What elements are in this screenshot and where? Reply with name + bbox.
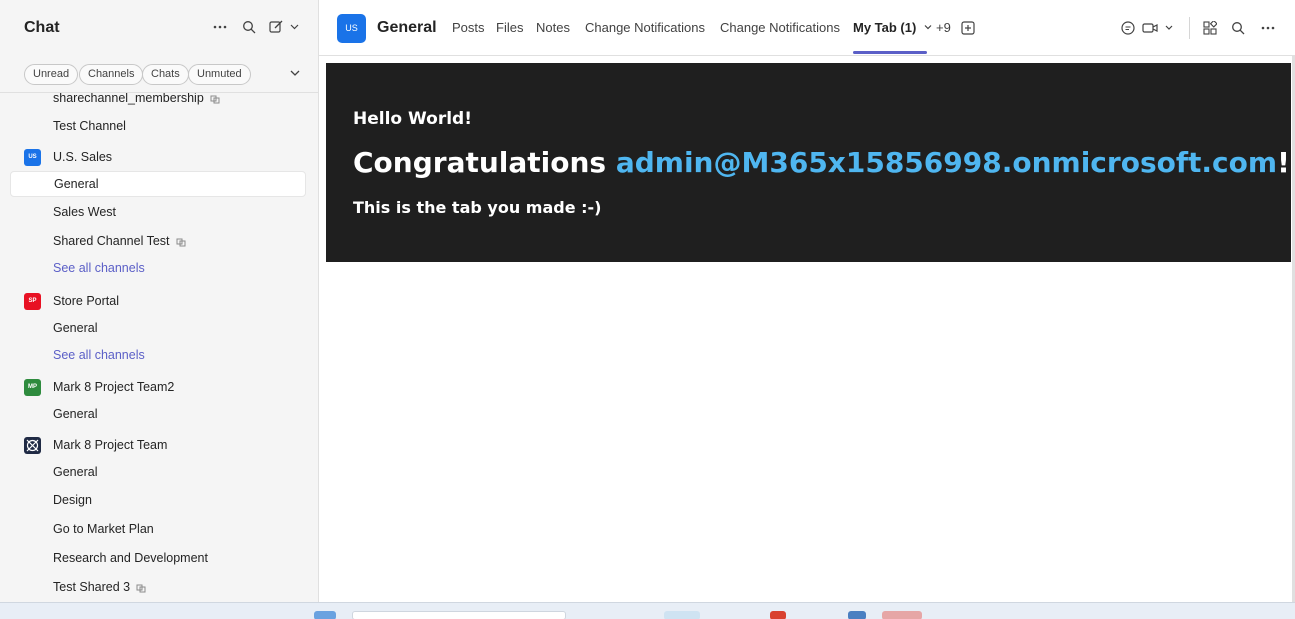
filter-unread[interactable]: Unread	[24, 64, 79, 85]
team-avatar: SP	[24, 293, 41, 310]
channel-header: US General Posts Files Notes Change Noti…	[319, 0, 1295, 56]
channel-item-sales-west[interactable]: Sales West	[10, 199, 306, 225]
team-label: U.S. Sales	[53, 150, 113, 164]
tab-label: My Tab (1)	[853, 20, 917, 35]
chevron-down-icon	[924, 25, 932, 30]
channel-item-general[interactable]: General	[10, 401, 306, 427]
start-icon[interactable]	[314, 611, 336, 619]
taskbar-app-icon[interactable]	[770, 611, 786, 619]
tab-notes[interactable]: Notes	[536, 20, 570, 35]
tab-change-notifications-2[interactable]: Change Notifications	[720, 20, 840, 35]
channel-label: General	[54, 177, 99, 191]
active-tab-indicator	[853, 51, 927, 54]
channel-label: Sales West	[53, 205, 116, 219]
team-item-us-sales[interactable]: US U.S. Sales	[10, 144, 306, 170]
tab-posts[interactable]: Posts	[452, 20, 485, 35]
channel-label: Shared Channel Test	[53, 234, 170, 248]
teams-window: Chat Unread Channels Chats Unmuted share…	[0, 0, 1295, 602]
add-tab-icon[interactable]	[957, 17, 979, 39]
channel-title: General	[377, 19, 437, 36]
channel-label: General	[53, 321, 98, 335]
channel-item-general[interactable]: General	[10, 459, 306, 485]
team-item-store-portal[interactable]: SP Store Portal	[10, 288, 306, 314]
shared-channel-icon	[136, 584, 146, 593]
chat-icon[interactable]	[1117, 17, 1139, 39]
see-all-channels-link[interactable]: See all channels	[10, 342, 306, 368]
more-options-icon[interactable]	[209, 16, 231, 38]
channel-label: General	[53, 465, 98, 479]
tab-change-notifications[interactable]: Change Notifications	[585, 20, 705, 35]
left-pane: Chat Unread Channels Chats Unmuted share…	[0, 0, 319, 602]
channel-item-test-channel[interactable]: Test Channel	[10, 113, 306, 139]
team-item-mark8-project-team[interactable]: Mark 8 Project Team	[10, 432, 306, 458]
channel-label: Design	[53, 493, 92, 507]
tab-files[interactable]: Files	[496, 20, 523, 35]
team-label: Mark 8 Project Team	[53, 438, 168, 452]
toolbar-divider	[1189, 17, 1190, 39]
taskbar-app-icon[interactable]	[848, 611, 866, 619]
channel-item-general-selected[interactable]: General	[10, 171, 306, 197]
chevron-down-icon[interactable]	[288, 66, 304, 82]
search-icon[interactable]	[238, 16, 260, 38]
taskbar-app-icon[interactable]	[882, 611, 922, 619]
team-item-mark8-project-team2[interactable]: MP Mark 8 Project Team2	[10, 374, 306, 400]
channel-item-design[interactable]: Design	[10, 487, 306, 513]
channel-item-go-to-market-plan[interactable]: Go to Market Plan	[10, 516, 306, 542]
more-tabs-button[interactable]: +9	[936, 20, 951, 35]
channel-label: sharechannel_membership	[53, 93, 204, 105]
channel-label: Test Channel	[53, 119, 126, 133]
channel-label: General	[53, 407, 98, 421]
user-email: admin@M365x15856998.onmicrosoft.com	[615, 146, 1278, 179]
hello-heading: Hello World!	[353, 109, 472, 129]
team-avatar: US	[337, 14, 366, 43]
channel-item-general[interactable]: General	[10, 315, 306, 341]
channel-label: Research and Development	[53, 551, 208, 565]
taskbar-app-icon[interactable]	[664, 611, 700, 619]
tab-content: Hello World! Congratulations admin@M365x…	[319, 56, 1295, 602]
congrats-prefix: Congratulations	[353, 146, 616, 179]
channel-label: Test Shared 3	[53, 580, 131, 594]
search-icon[interactable]	[1227, 17, 1249, 39]
team-channel-list: sharechannel_membership Test Channel US …	[0, 93, 318, 602]
tab-made-text: This is the tab you made :-)	[353, 198, 602, 217]
filter-channels[interactable]: Channels	[79, 64, 144, 85]
pane-title: Chat	[24, 19, 60, 36]
channel-item-research-and-development[interactable]: Research and Development	[10, 545, 306, 571]
taskbar-search[interactable]	[352, 611, 566, 619]
team-label: Store Portal	[53, 294, 120, 308]
channel-item-test-shared-3[interactable]: Test Shared 3	[10, 574, 306, 600]
team-logo-icon	[24, 437, 41, 454]
apps-icon[interactable]	[1199, 17, 1221, 39]
filter-unmuted[interactable]: Unmuted	[188, 64, 251, 85]
new-chat-compose-icon[interactable]	[266, 16, 304, 38]
meet-video-icon[interactable]	[1141, 17, 1177, 39]
congrats-heading: Congratulations admin@M365x15856998.onmi…	[353, 146, 1290, 179]
congrats-suffix: !	[1277, 146, 1290, 179]
team-label: Mark 8 Project Team2	[53, 380, 175, 394]
channel-item-shared-channel-test[interactable]: Shared Channel Test	[10, 228, 306, 254]
shared-channel-icon	[176, 238, 186, 247]
more-options-icon[interactable]	[1257, 17, 1279, 39]
link-label: See all channels	[53, 261, 145, 275]
hello-world-panel: Hello World! Congratulations admin@M365x…	[326, 63, 1291, 262]
team-avatar: US	[24, 149, 41, 166]
filter-chats[interactable]: Chats	[142, 64, 189, 85]
team-avatar: MP	[24, 379, 41, 396]
channel-item-sharechannel-membership[interactable]: sharechannel_membership	[10, 93, 306, 111]
see-all-channels-link[interactable]: See all channels	[10, 255, 306, 281]
os-taskbar	[0, 602, 1295, 619]
left-header: Chat	[0, 0, 318, 56]
filter-bar: Unread Channels Chats Unmuted	[0, 56, 318, 93]
channel-label: Go to Market Plan	[53, 522, 154, 536]
link-label: See all channels	[53, 348, 145, 362]
shared-channel-icon	[210, 95, 220, 104]
tab-my-tab[interactable]: My Tab (1)	[853, 20, 933, 35]
